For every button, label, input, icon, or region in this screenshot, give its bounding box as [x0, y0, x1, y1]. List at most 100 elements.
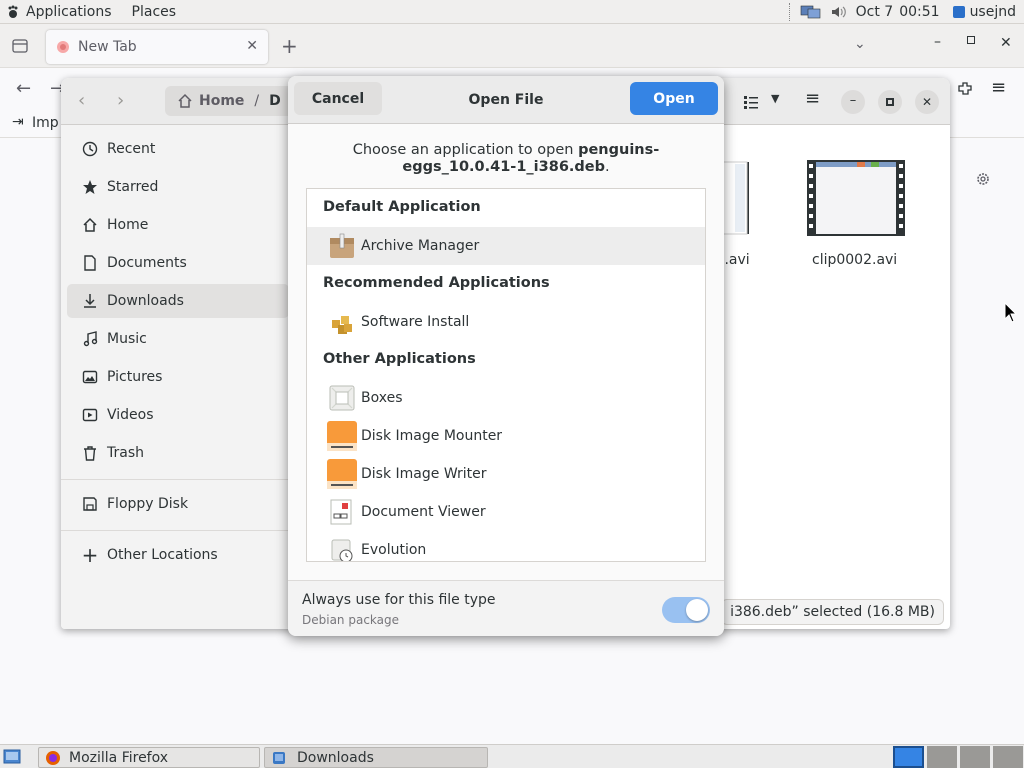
- sidebar-item-downloads[interactable]: Downloads: [67, 284, 289, 318]
- maximize-icon[interactable]: [967, 36, 975, 44]
- hamburger-menu-icon[interactable]: ≡: [991, 77, 1006, 98]
- new-tab-icon[interactable]: +: [281, 34, 298, 58]
- sidebar-item-floppy[interactable]: Floppy Disk: [67, 487, 289, 521]
- import-bookmarks-icon[interactable]: ⇥: [12, 114, 24, 130]
- taskbar-firefox[interactable]: Mozilla Firefox: [38, 747, 260, 768]
- download-icon: [81, 292, 99, 310]
- sidebar-item-label: Trash: [107, 445, 144, 461]
- view-options-chevron-icon[interactable]: ▼: [771, 92, 779, 105]
- files-minimize-icon[interactable]: –: [841, 90, 865, 114]
- workspace-1[interactable]: [893, 746, 924, 768]
- path-bar: Home / D: [165, 86, 305, 116]
- sidebar-item-pictures[interactable]: Pictures: [67, 360, 289, 394]
- file-name: clip0002.avi: [812, 252, 898, 268]
- software-install-icon: [327, 307, 357, 337]
- applications-menu[interactable]: Applications: [0, 0, 118, 24]
- plus-icon: +: [81, 543, 99, 567]
- clock-date[interactable]: Oct 7: [856, 4, 894, 20]
- music-icon: [81, 330, 99, 348]
- close-window-icon[interactable]: ✕: [1000, 35, 1012, 51]
- file-item[interactable]: clip0002.avi: [801, 160, 911, 270]
- places-menu[interactable]: Places: [126, 0, 183, 24]
- user-name[interactable]: usejnd: [970, 4, 1016, 20]
- open-button[interactable]: Open: [630, 82, 718, 115]
- back-arrow-icon[interactable]: ←: [16, 78, 31, 99]
- taskbar-downloads[interactable]: Downloads: [264, 747, 488, 768]
- minimize-icon[interactable]: –: [934, 34, 941, 50]
- sidebar-item-music[interactable]: Music: [67, 322, 289, 356]
- files-back-icon[interactable]: ‹: [78, 90, 85, 111]
- prompt-prefix: Choose an application to open: [352, 142, 574, 158]
- app-row-evolution[interactable]: Evolution: [307, 531, 705, 561]
- clock-time[interactable]: 00:51: [899, 4, 939, 20]
- cancel-button[interactable]: Cancel: [294, 82, 382, 115]
- mouse-pointer-icon: [1004, 302, 1018, 323]
- tab-overflow-chevron-icon[interactable]: ⌄: [854, 36, 866, 52]
- app-row-disk-image-mounter[interactable]: Disk Image Mounter: [307, 417, 705, 455]
- path-home[interactable]: Home: [199, 93, 244, 109]
- document-icon: [81, 254, 99, 272]
- show-desktop-icon[interactable]: [3, 748, 21, 766]
- network-icon[interactable]: [800, 3, 822, 21]
- app-label: Archive Manager: [361, 238, 480, 254]
- application-list[interactable]: Default Application Archive Manager Reco…: [306, 188, 706, 562]
- app-row-boxes[interactable]: Boxes: [307, 379, 705, 417]
- tab-title: New Tab: [78, 39, 137, 55]
- sidebar-item-starred[interactable]: Starred: [67, 170, 289, 204]
- workspace-3[interactable]: [959, 746, 990, 768]
- other-heading: Other Applications: [323, 351, 476, 367]
- disk-image-mounter-icon: [327, 421, 357, 451]
- disk-image-writer-icon: [327, 459, 357, 489]
- import-bookmarks-label[interactable]: Imp: [32, 115, 59, 131]
- sidebar-item-label: Music: [107, 331, 147, 347]
- path-downloads[interactable]: D: [269, 93, 281, 109]
- recommended-heading: Recommended Applications: [323, 275, 550, 291]
- app-label: Document Viewer: [361, 504, 486, 520]
- sidebar-item-documents[interactable]: Documents: [67, 246, 289, 280]
- always-use-toggle[interactable]: [662, 597, 710, 623]
- firefox-tab-bar: New Tab ✕ + ⌄ – ✕: [0, 24, 1024, 68]
- gnome-foot-icon: [8, 5, 18, 18]
- open-file-dialog: Cancel Open File Open Choose an applicat…: [288, 76, 724, 636]
- floppy-disk-icon: [81, 495, 99, 513]
- sidebar-item-home[interactable]: Home: [67, 208, 289, 242]
- workspace-4[interactable]: [992, 746, 1023, 768]
- sidebar-item-videos[interactable]: Videos: [67, 398, 289, 432]
- picture-icon: [81, 368, 99, 386]
- taskbar-label: Mozilla Firefox: [69, 749, 169, 766]
- app-row-document-viewer[interactable]: Document Viewer: [307, 493, 705, 531]
- home-icon: [81, 216, 99, 234]
- tab-new-tab[interactable]: New Tab ✕: [46, 30, 268, 64]
- sidebar-item-trash[interactable]: Trash: [67, 436, 289, 470]
- extensions-icon[interactable]: [956, 80, 974, 98]
- sidebar-item-recent[interactable]: Recent: [67, 132, 289, 166]
- sidebar-item-other-locations[interactable]: + Other Locations: [67, 538, 289, 572]
- files-close-icon[interactable]: ✕: [915, 90, 939, 114]
- selection-status: i386.deb” selected (16.8 MB): [721, 599, 944, 625]
- toggle-knob: [686, 599, 708, 621]
- sidebar-separator: [61, 479, 289, 480]
- workspace-2[interactable]: [926, 746, 957, 768]
- boxes-icon: [327, 383, 357, 413]
- volume-icon[interactable]: [830, 4, 848, 20]
- app-label: Software Install: [361, 314, 470, 330]
- prompt-suffix: .: [605, 159, 610, 175]
- tab-list-icon[interactable]: [11, 37, 29, 55]
- files-maximize-icon[interactable]: [878, 90, 902, 114]
- taskbar-label: Downloads: [297, 749, 374, 766]
- list-view-icon[interactable]: [743, 94, 759, 110]
- app-row-software-install[interactable]: Software Install: [307, 303, 705, 341]
- path-separator: /: [254, 93, 260, 109]
- trash-icon: [81, 444, 99, 462]
- home-icon: [178, 93, 192, 108]
- app-row-disk-image-writer[interactable]: Disk Image Writer: [307, 455, 705, 493]
- user-icon: [952, 6, 965, 18]
- settings-gear-icon[interactable]: [974, 170, 992, 188]
- always-use-label: Always use for this file type: [302, 592, 496, 608]
- dialog-prompt: Choose an application to open penguins-e…: [308, 142, 704, 176]
- app-row-archive-manager[interactable]: Archive Manager: [307, 227, 705, 265]
- sidebar-item-label: Home: [107, 217, 149, 233]
- files-forward-icon[interactable]: ›: [117, 90, 124, 111]
- close-tab-icon[interactable]: ✕: [246, 38, 258, 54]
- files-menu-icon[interactable]: ≡: [805, 88, 820, 109]
